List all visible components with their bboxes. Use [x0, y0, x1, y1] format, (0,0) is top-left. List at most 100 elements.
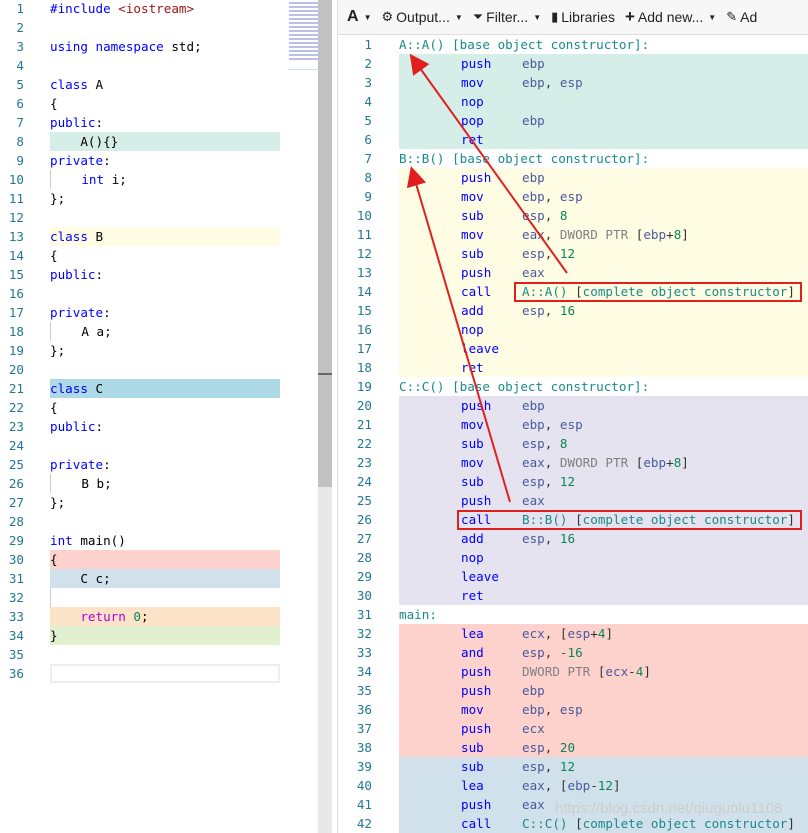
asm-instruction: sub esp, 12 [399, 472, 808, 491]
source-line[interactable]: 30 { [0, 550, 318, 569]
source-line[interactable]: 1 #include <iostream> [0, 0, 318, 18]
source-line[interactable]: 17 private: [0, 303, 318, 322]
asm-line[interactable]: 12 sub esp, 12 [338, 244, 808, 263]
asm-line[interactable]: 33 and esp, -16 [338, 643, 808, 662]
filter-button[interactable]: ⏷ Filter... ▼ [473, 9, 541, 25]
asm-line[interactable]: 40 lea eax, [ebp-12] [338, 776, 808, 795]
output-button[interactable]: ⚙ Output... ▼ [381, 9, 462, 25]
source-line[interactable]: 31 C c; [0, 569, 318, 588]
source-line[interactable]: 13 class B [0, 227, 318, 246]
asm-line[interactable]: 1 A::A() [base object constructor]: [338, 35, 808, 54]
asm-line[interactable]: 13 push eax [338, 263, 808, 282]
asm-line[interactable]: 31 main: [338, 605, 808, 624]
minimap[interactable] [288, 0, 318, 70]
asm-line[interactable]: 36 mov ebp, esp [338, 700, 808, 719]
add-new-button[interactable]: + Add new... ▼ [625, 7, 716, 27]
asm-line[interactable]: 15 add esp, 16 [338, 301, 808, 320]
mnemonic: mov [461, 417, 484, 432]
asm-line[interactable]: 28 nop [338, 548, 808, 567]
asm-line[interactable]: 3 mov ebp, esp [338, 73, 808, 92]
asm-line[interactable]: 27 add esp, 16 [338, 529, 808, 548]
source-line[interactable]: 21 class C [0, 379, 318, 398]
source-line[interactable]: 11}; [0, 189, 318, 208]
source-line[interactable]: 3 using namespace std; [0, 37, 318, 56]
asm-line[interactable]: 19 C::C() [base object constructor]: [338, 377, 808, 396]
asm-line[interactable]: 5 pop ebp [338, 111, 808, 130]
source-line[interactable]: 5 class A [0, 75, 318, 94]
asm-line[interactable]: 32 lea ecx, [esp+4] [338, 624, 808, 643]
source-line[interactable]: 14 { [0, 246, 318, 265]
asm-line[interactable]: 22 sub esp, 8 [338, 434, 808, 453]
asm-line[interactable]: 11 mov eax, DWORD PTR [ebp+8] [338, 225, 808, 244]
asm-line[interactable]: 17 leave [338, 339, 808, 358]
asm-line[interactable]: 37 push ecx [338, 719, 808, 738]
source-line[interactable]: 6{ [0, 94, 318, 113]
source-line[interactable]: 32 [0, 588, 318, 607]
asm-line[interactable]: 35 push ebp [338, 681, 808, 700]
code-token: 0 [133, 609, 142, 624]
libraries-button[interactable]: ▮ Libraries [551, 9, 615, 25]
asm-line[interactable]: 10 sub esp, 8 [338, 206, 808, 225]
source-line[interactable]: 8 A(){} [0, 132, 318, 151]
line-code: public: [50, 417, 280, 436]
source-line[interactable]: 4 [0, 56, 318, 75]
source-scrollbar[interactable] [318, 0, 332, 833]
source-line[interactable]: 10 int i; [0, 170, 318, 189]
asm-line[interactable]: 24 sub esp, 12 [338, 472, 808, 491]
operands: esp, 16 [522, 529, 575, 548]
asm-line[interactable]: 6 ret [338, 130, 808, 149]
asm-line[interactable]: 7 B::B() [base object constructor]: [338, 149, 808, 168]
asm-line[interactable]: 21 mov ebp, esp [338, 415, 808, 434]
operands: eax [522, 263, 545, 282]
source-line[interactable]: 26 B b; [0, 474, 318, 493]
asm-line[interactable]: 30 ret [338, 586, 808, 605]
source-line[interactable]: 29 int main() [0, 531, 318, 550]
source-line[interactable]: 20 [0, 360, 318, 379]
asm-line[interactable]: 8 push ebp [338, 168, 808, 187]
asm-line[interactable]: 18 ret [338, 358, 808, 377]
source-line[interactable]: 18 A a; [0, 322, 318, 341]
line-number: 18 [356, 360, 372, 375]
assembly-output[interactable]: 1 A::A() [base object constructor]: 2 push e… [338, 35, 808, 833]
source-line[interactable]: 2 [0, 18, 318, 37]
source-line[interactable]: 27}; [0, 493, 318, 512]
line-number: 34 [8, 628, 24, 643]
asm-line[interactable]: 2 push ebp [338, 54, 808, 73]
source-line[interactable]: 19}; [0, 341, 318, 360]
gear-icon: ⚙ [381, 9, 394, 24]
source-line[interactable]: 28 [0, 512, 318, 531]
source-editor[interactable]: 1 #include <iostream> 2 3 using namespace st… [0, 0, 318, 833]
source-line[interactable]: 7 public: [0, 113, 318, 132]
plus-icon: + [624, 7, 635, 26]
asm-line[interactable]: 20 push ebp [338, 396, 808, 415]
asm-instruction: ret [399, 130, 808, 149]
source-line[interactable]: 35 [0, 645, 318, 664]
font-size-button[interactable]: A ▼ [347, 8, 371, 26]
source-line[interactable]: 36 [0, 664, 318, 683]
source-line[interactable]: 23 public: [0, 417, 318, 436]
source-line[interactable]: 15 public: [0, 265, 318, 284]
source-line[interactable]: 24 [0, 436, 318, 455]
source-line[interactable]: 34} [0, 626, 318, 645]
line-number: 40 [356, 778, 372, 793]
source-line[interactable]: 16 [0, 284, 318, 303]
asm-line[interactable]: 39 sub esp, 12 [338, 757, 808, 776]
splitter-handle[interactable] [318, 373, 332, 375]
asm-line[interactable]: 9 mov ebp, esp [338, 187, 808, 206]
source-line[interactable]: 33 return 0; [0, 607, 318, 626]
asm-line[interactable]: 38 sub esp, 20 [338, 738, 808, 757]
line-number: 16 [8, 286, 24, 301]
source-line[interactable]: 12 [0, 208, 318, 227]
source-line[interactable]: 9 private: [0, 151, 318, 170]
source-line[interactable]: 22 { [0, 398, 318, 417]
add-tool-button[interactable]: ✎ Ad [726, 9, 757, 25]
source-line[interactable]: 25 private: [0, 455, 318, 474]
asm-line[interactable]: 4 nop [338, 92, 808, 111]
asm-line[interactable]: 25 push eax [338, 491, 808, 510]
asm-line[interactable]: 16 nop [338, 320, 808, 339]
asm-line[interactable]: 23 mov eax, DWORD PTR [ebp+8] [338, 453, 808, 472]
asm-line[interactable]: 29 leave [338, 567, 808, 586]
scrollbar-thumb[interactable] [318, 0, 332, 487]
asm-line[interactable]: 34 push DWORD PTR [ecx-4] [338, 662, 808, 681]
